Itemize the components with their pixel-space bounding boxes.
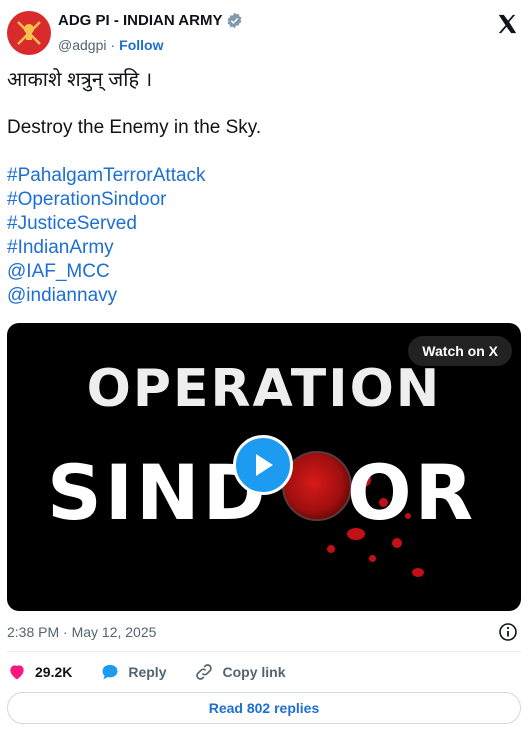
hashtag-link[interactable]: #OperationSindoor <box>7 188 517 212</box>
link-icon <box>196 664 213 680</box>
video-title-top: OPERATION <box>86 359 442 419</box>
tweet-line-hindi: आकाशे शत्रुन् जहि । <box>7 69 153 91</box>
like-button[interactable]: 29.2K <box>7 662 72 682</box>
avatar[interactable] <box>7 11 51 55</box>
author-handle[interactable]: @adgpi <box>58 37 106 53</box>
play-button[interactable] <box>233 435 293 495</box>
read-replies-button[interactable]: Read 802 replies <box>7 692 521 724</box>
play-icon <box>256 454 273 476</box>
x-logo-icon[interactable] <box>496 13 518 40</box>
verified-badge-icon <box>226 12 243 29</box>
copy-link-button[interactable]: Copy link <box>194 662 286 682</box>
copy-link-label: Copy link <box>222 664 286 680</box>
author-name[interactable]: ADG PI - INDIAN ARMY <box>58 12 222 29</box>
tweet-text: आकाशे शत्रुन् जहि । Destroy the Enemy in… <box>7 68 517 308</box>
hashtag-link[interactable]: #PahalgamTerrorAttack <box>7 164 517 188</box>
like-count: 29.2K <box>35 664 73 680</box>
reply-label: Reply <box>128 664 167 680</box>
video-player[interactable]: Watch on X OPERATION SIND OR <box>7 323 521 611</box>
tweet-line-english: Destroy the Enemy in the Sky. <box>7 117 262 138</box>
reply-bubble-icon <box>102 664 118 680</box>
mention-link[interactable]: @indiannavy <box>7 284 517 308</box>
hashtag-link[interactable]: #IndianArmy <box>7 236 517 260</box>
tweet-header: ADG PI - INDIAN ARMY @adgpi · Follow <box>0 0 528 62</box>
info-icon[interactable] <box>498 622 518 647</box>
heart-icon <box>10 665 24 680</box>
tweet-timestamp[interactable]: 2:38 PM · May 12, 2025 <box>7 624 156 640</box>
reply-button[interactable]: Reply <box>100 662 166 682</box>
separator-dot: · <box>110 37 116 53</box>
video-title-right: OR <box>347 448 477 537</box>
army-emblem-icon <box>17 21 41 45</box>
divider <box>7 651 521 652</box>
hashtag-link[interactable]: #JusticeServed <box>7 212 517 236</box>
tweet-actions: 29.2K Reply Copy link <box>7 662 314 682</box>
follow-button[interactable]: Follow <box>119 37 163 53</box>
mention-link[interactable]: @IAF_MCC <box>7 260 517 284</box>
